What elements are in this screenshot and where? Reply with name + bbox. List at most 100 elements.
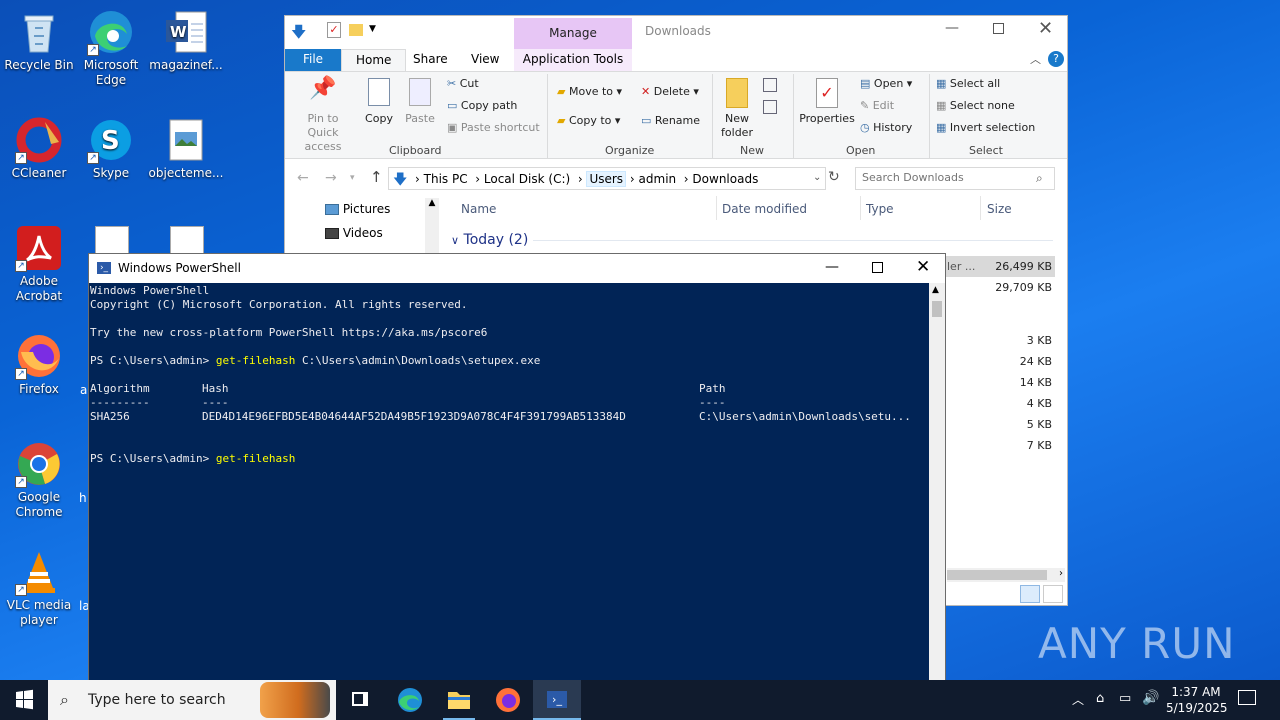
edit-button[interactable]: ✎ Edit — [860, 99, 894, 113]
back-arrow-icon[interactable]: ← — [297, 170, 309, 186]
breadcrumb-local-disk[interactable]: Local Disk (C:) — [484, 172, 570, 186]
minimize-button[interactable]: — — [825, 259, 839, 275]
new-item-icon[interactable] — [763, 78, 777, 92]
maximize-button[interactable] — [872, 262, 883, 273]
desktop-icon-recycle-bin[interactable]: Recycle Bin — [0, 8, 78, 73]
tab-file[interactable]: File — [285, 49, 341, 71]
column-header-date-modified[interactable]: Date modified — [722, 202, 807, 216]
quick-access-down-icon[interactable]: 🡇 — [291, 22, 306, 47]
tab-view[interactable]: View — [457, 49, 513, 71]
copy-path-button[interactable]: ▭ Copy path — [447, 99, 517, 113]
properties-check-icon[interactable]: ✓ — [327, 22, 341, 38]
partial-desktop-icon[interactable] — [95, 226, 129, 254]
cut-button[interactable]: ✂ Cut — [447, 77, 479, 91]
network-status-icon[interactable]: ⌂ — [1096, 691, 1104, 720]
taskbar-firefox[interactable] — [484, 680, 532, 720]
properties-button[interactable]: ✓ Properties — [799, 78, 855, 126]
paste-shortcut-button[interactable]: ▣ Paste shortcut — [447, 121, 540, 135]
copy-button[interactable]: Copy — [361, 78, 397, 126]
volume-icon[interactable]: 🔊 — [1142, 690, 1159, 720]
open-button[interactable]: ▤ Open ▾ — [860, 77, 912, 91]
notifications-icon[interactable] — [1238, 690, 1256, 705]
help-icon[interactable]: ? — [1048, 51, 1064, 67]
new-folder-button[interactable]: New folder — [719, 78, 755, 140]
up-arrow-icon[interactable]: ↑ — [370, 168, 383, 186]
recent-locations-icon[interactable]: ▾ — [350, 173, 355, 183]
paste-button[interactable]: Paste — [403, 78, 437, 126]
collapse-ribbon-icon[interactable]: ︿ — [1030, 51, 1041, 67]
desktop-icon-skype[interactable]: S ↗ Skype — [72, 116, 150, 181]
pin-quick-access-button[interactable]: 📌 Pin to Quick access — [291, 78, 355, 154]
horizontal-scrollbar[interactable]: › — [947, 568, 1065, 582]
show-hidden-icons[interactable]: ︿ — [1072, 691, 1084, 720]
taskbar-edge[interactable] — [386, 680, 434, 720]
easy-access-icon[interactable] — [763, 100, 777, 114]
select-all-button[interactable]: ▦ Select all — [936, 77, 1000, 91]
maximize-button[interactable] — [993, 23, 1004, 34]
nav-pane-scrollbar[interactable]: ▲ — [425, 198, 439, 254]
minimize-button[interactable]: — — [945, 20, 959, 36]
details-view-button[interactable] — [1020, 585, 1040, 603]
close-button[interactable]: ✕ — [916, 257, 930, 277]
desktop-icon-edge[interactable]: ↗ Microsoft Edge — [72, 8, 150, 88]
scroll-right-icon[interactable]: › — [1059, 568, 1063, 579]
scroll-up-icon[interactable]: ▲ — [425, 198, 439, 208]
refresh-icon[interactable]: ↻ — [828, 169, 840, 185]
nav-item-pictures[interactable]: Pictures — [325, 202, 390, 216]
breadcrumb-this-pc[interactable]: This PC — [424, 172, 468, 186]
address-dropdown-icon[interactable]: ⌄ — [813, 172, 821, 183]
desktop-icon-vlc[interactable]: ↗ VLC media player — [0, 548, 78, 628]
manage-tab-header[interactable]: Manage — [514, 18, 632, 49]
powershell-window[interactable]: ›_ Windows PowerShell — ✕ Windows PowerS… — [88, 253, 946, 684]
desktop-icon-objecteme[interactable]: objecteme... — [147, 116, 225, 181]
search-icon[interactable]: ⌕ — [1036, 171, 1043, 186]
breadcrumb-downloads[interactable]: Downloads — [692, 172, 758, 186]
taskbar-search-box[interactable]: ⌕ Type here to search — [48, 680, 336, 720]
tab-application-tools[interactable]: Application Tools — [514, 49, 632, 71]
group-header-today[interactable]: ∨ Today (2) — [451, 232, 1053, 248]
desktop-icon-ccleaner[interactable]: ↗ CCleaner — [0, 116, 78, 181]
clock[interactable]: 1:37 AM 5/19/2025 — [1166, 684, 1228, 720]
close-button[interactable]: ✕ — [1038, 18, 1053, 39]
scrollbar-thumb[interactable] — [932, 301, 942, 317]
delete-button[interactable]: ✕ Delete ▾ — [641, 85, 699, 99]
customize-dropdown-icon[interactable]: ▼ — [369, 24, 376, 34]
breadcrumb-users[interactable]: Users — [586, 171, 627, 187]
start-button[interactable] — [0, 680, 48, 720]
history-button[interactable]: ◷ History — [860, 121, 912, 135]
copy-to-button[interactable]: ▰ Copy to ▾ — [557, 114, 620, 128]
new-folder-qa-icon[interactable] — [349, 24, 363, 36]
network-icon[interactable]: ▭ — [1119, 691, 1131, 720]
rename-button[interactable]: ▭ Rename — [641, 114, 700, 128]
select-none-button[interactable]: ▦ Select none — [936, 99, 1015, 113]
console-scrollbar[interactable]: ▲ — [929, 283, 945, 684]
column-header-name[interactable]: Name — [461, 202, 496, 216]
forward-arrow-icon[interactable]: → — [325, 170, 337, 186]
taskbar-powershell[interactable]: ›_ — [533, 680, 581, 720]
column-header-type[interactable]: Type — [866, 202, 894, 216]
large-icons-view-button[interactable] — [1043, 585, 1063, 603]
address-bar[interactable]: 🡇 › This PC › Local Disk (C:) › Users › … — [388, 167, 826, 190]
move-to-button[interactable]: ▰ Move to ▾ — [557, 85, 622, 99]
nav-item-videos[interactable]: Videos — [325, 226, 383, 240]
desktop-icon-firefox[interactable]: ↗ Firefox — [0, 332, 78, 397]
invert-selection-button[interactable]: ▦ Invert selection — [936, 121, 1035, 135]
breadcrumb-admin[interactable]: admin — [639, 172, 677, 186]
desktop-icon-acrobat[interactable]: ↗ Adobe Acrobat — [0, 224, 78, 304]
task-view-button[interactable] — [336, 680, 384, 720]
scrollbar-thumb[interactable] — [947, 570, 1047, 580]
navigation-pane: Pictures Videos ▲ — [285, 196, 440, 254]
tab-share[interactable]: Share — [399, 49, 462, 71]
title-bar[interactable]: 🡇 ✓ ▼ Manage Downloads — ✕ — [285, 16, 1067, 49]
console-output[interactable]: Windows PowerShell Copyright (C) Microso… — [89, 283, 929, 684]
tab-home[interactable]: Home — [341, 49, 407, 71]
scroll-up-icon[interactable]: ▲ — [932, 285, 939, 295]
desktop-icon-magazine[interactable]: W magazinef... — [147, 8, 225, 73]
taskbar-file-explorer[interactable] — [435, 680, 483, 720]
search-input[interactable] — [862, 171, 1032, 184]
search-box[interactable]: ⌕ — [855, 167, 1055, 190]
desktop-icon-chrome[interactable]: ↗ Google Chrome — [0, 440, 78, 520]
column-header-size[interactable]: Size — [987, 202, 1012, 216]
title-bar[interactable]: ›_ Windows PowerShell — ✕ — [89, 254, 945, 283]
partial-desktop-icon[interactable] — [170, 226, 204, 254]
